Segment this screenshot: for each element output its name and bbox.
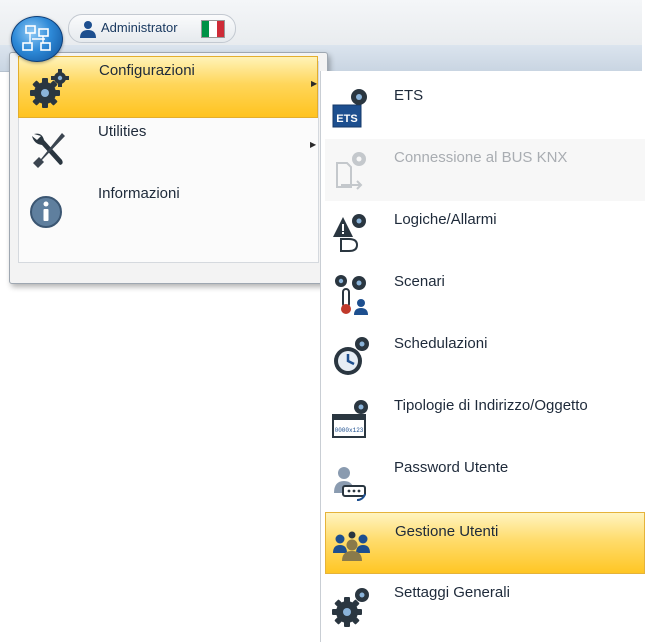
main-menu: Configurazioni ▶ Utilities ▶ Informazion… (9, 52, 328, 284)
app-menu-button[interactable] (11, 16, 63, 62)
submenu-item-settaggi-generali[interactable]: Settaggi Generali (325, 574, 645, 636)
clock-icon (334, 337, 369, 375)
submenu-item-label: Password Utente (394, 459, 509, 476)
configurazioni-submenu: ETS ETS Connessione al BUS KNX Logiche/A… (320, 71, 646, 642)
submenu-item-tipologie[interactable]: 0000x123 Tipologie di Indirizzo/Oggetto (325, 387, 645, 449)
user-badge[interactable]: Administrator (68, 14, 236, 43)
users-management-icon (333, 531, 370, 561)
info-icon (30, 196, 62, 228)
user-icon (80, 21, 96, 38)
submenu-item-label: Tipologie di Indirizzo/Oggetto (394, 397, 588, 414)
user-password-icon (334, 467, 366, 501)
tools-icon (32, 133, 65, 168)
scenarios-icon (335, 275, 368, 315)
ets-icon: ETS (332, 89, 367, 128)
gears-icon (30, 69, 69, 108)
submenu-item-label: Schedulazioni (394, 335, 488, 352)
user-name: Administrator (101, 20, 178, 35)
submenu-item-bus-knx[interactable]: Connessione al BUS KNX (325, 139, 645, 201)
submenu-arrow-icon: ▶ (310, 140, 317, 149)
italy-flag-icon (201, 20, 225, 38)
submenu-item-label: Settaggi Generali (394, 584, 510, 601)
submenu-arrow-icon: ▶ (311, 79, 318, 88)
menu-item-informazioni[interactable]: Informazioni (18, 180, 318, 242)
submenu-item-logiche-allarmi[interactable]: Logiche/Allarmi (325, 201, 645, 263)
address-type-icon: 0000x123 (332, 400, 368, 438)
gear-icon (332, 588, 369, 627)
svg-text:ETS: ETS (336, 113, 357, 125)
submenu-item-label: Scenari (394, 273, 445, 290)
submenu-item-scenari[interactable]: Scenari (325, 263, 645, 325)
bus-connection-icon (336, 152, 366, 190)
svg-text:0000x123: 0000x123 (335, 427, 364, 434)
submenu-item-schedulazioni[interactable]: Schedulazioni (325, 325, 645, 387)
submenu-item-label: Connessione al BUS KNX (394, 149, 568, 166)
network-app-icon (22, 25, 51, 51)
submenu-item-gestione-utenti[interactable]: Gestione Utenti (325, 512, 645, 574)
submenu-item-label: ETS (394, 87, 424, 104)
submenu-item-label: Logiche/Allarmi (394, 211, 497, 228)
submenu-item-label: Gestione Utenti (395, 523, 499, 540)
menu-item-label: Informazioni (98, 185, 180, 202)
submenu-item-ets[interactable]: ETS ETS (325, 77, 645, 139)
menu-item-configurazioni[interactable]: Configurazioni ▶ (18, 56, 318, 118)
menu-item-utilities[interactable]: Utilities ▶ (18, 118, 318, 180)
menu-item-label: Utilities (98, 123, 147, 140)
logic-alarm-icon (333, 214, 366, 252)
submenu-item-password-utente[interactable]: Password Utente (325, 449, 645, 511)
menu-item-label: Configurazioni (99, 62, 195, 79)
